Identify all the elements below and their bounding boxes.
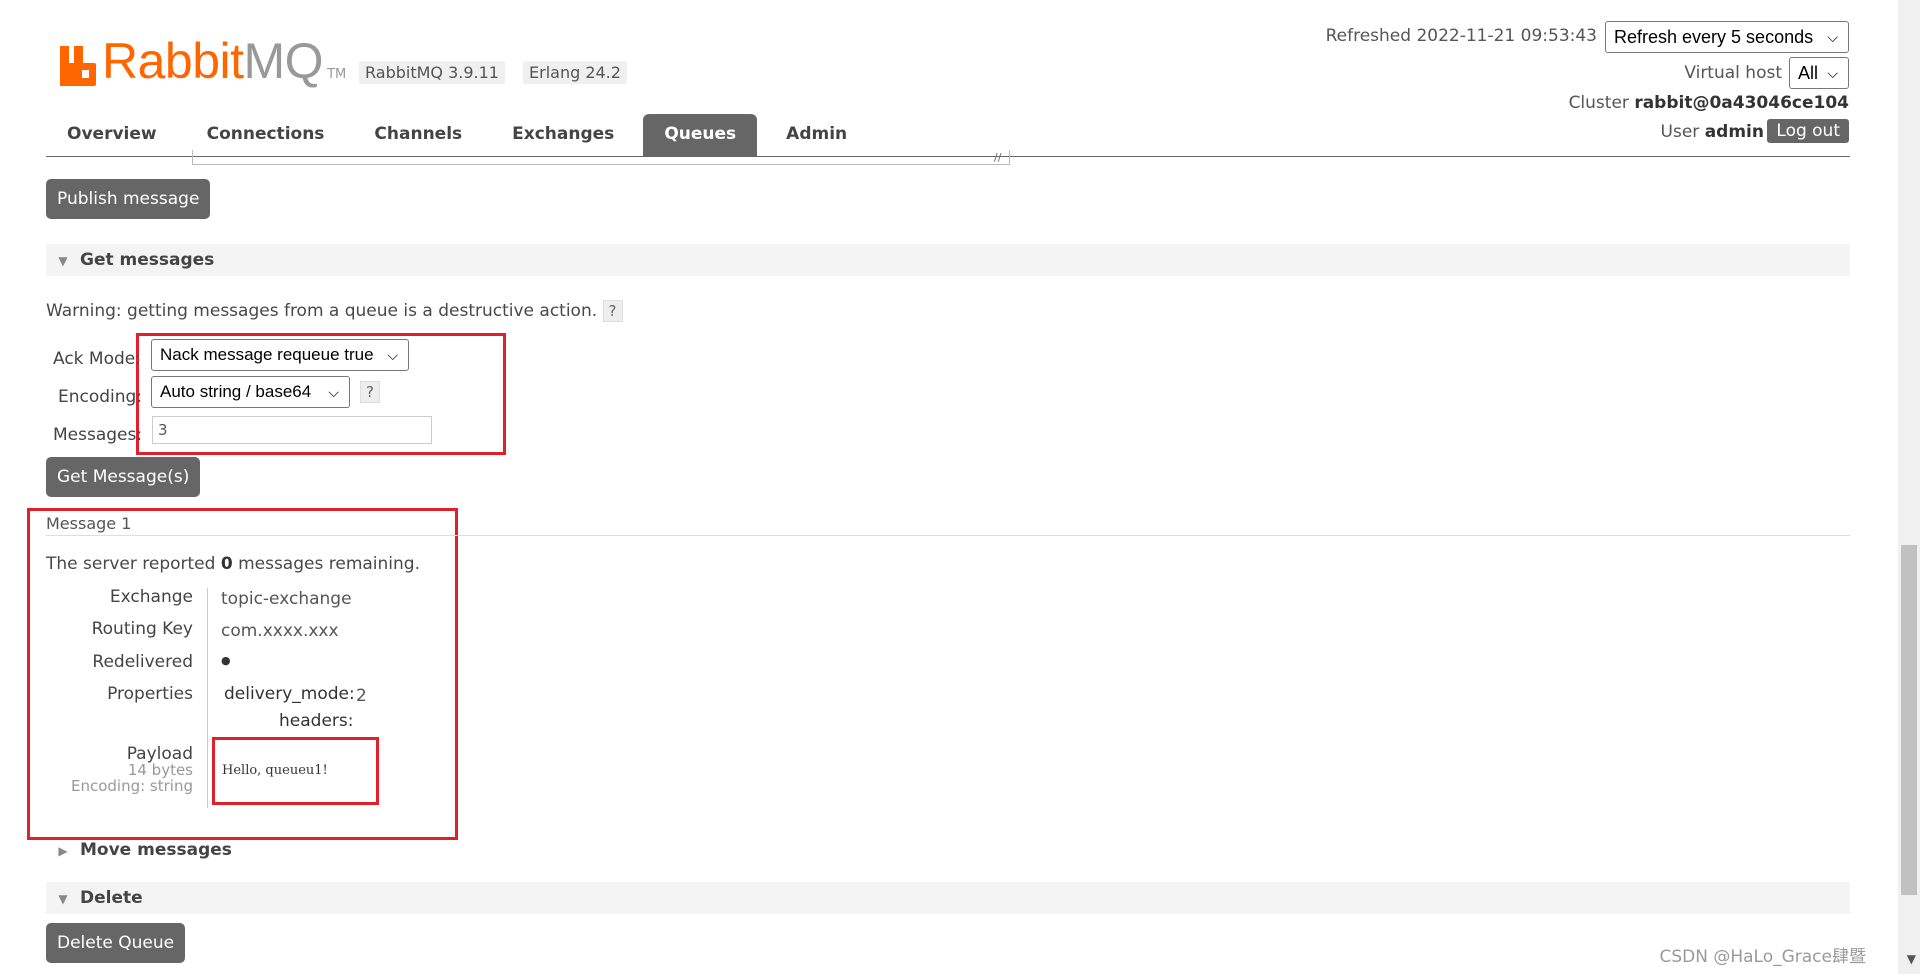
encoding-select[interactable]: Auto string / base64 ⌵ <box>151 376 350 408</box>
payload-textarea[interactable] <box>192 150 1010 165</box>
server-reported-text: The server reported 0 messages remaining… <box>46 554 420 574</box>
properties-label: Properties <box>107 684 193 704</box>
scroll-down-arrow-icon[interactable]: ▼ <box>1907 952 1916 966</box>
delivery-mode-label: delivery_mode: <box>224 684 355 704</box>
message-header-divider <box>46 535 1850 536</box>
redelivered-label: Redelivered <box>92 652 193 672</box>
delete-section-header[interactable]: ▼ Delete <box>46 882 1850 914</box>
ack-mode-label: Ack Mode: <box>53 349 141 369</box>
get-messages-section-header[interactable]: ▼ Get messages <box>46 244 1850 276</box>
chevron-down-icon: ⌵ <box>328 384 339 400</box>
destructive-warning: Warning: getting messages from a queue i… <box>46 300 623 322</box>
collapse-triangle-icon: ▼ <box>58 892 68 906</box>
delete-queue-button[interactable]: Delete Queue <box>46 923 186 963</box>
payload-value: Hello, queueu1! <box>222 763 328 778</box>
payload-encoding: Encoding: string <box>70 777 193 795</box>
logo-trademark: TM <box>327 67 347 82</box>
refreshed-timestamp: Refreshed 2022-11-21 09:53:43 <box>1325 26 1597 46</box>
messages-count-input[interactable]: 3 <box>152 416 432 444</box>
rabbitmq-logo[interactable]: RabbitMQ TM <box>60 30 346 86</box>
messages-count-label: Messages: <box>53 425 143 445</box>
resize-grip-icon[interactable]: // <box>994 151 1001 164</box>
logout-button[interactable]: Log out <box>1767 119 1849 143</box>
chevron-down-icon: ⌵ <box>1827 65 1838 81</box>
erlang-version-badge: Erlang 24.2 <box>523 61 627 84</box>
get-messages-button[interactable]: Get Message(s) <box>46 457 201 497</box>
tab-overview[interactable]: Overview <box>46 114 178 156</box>
routing-key-label: Routing Key <box>91 619 193 639</box>
encoding-help-icon[interactable]: ? <box>360 381 380 403</box>
cluster-info: Cluster rabbit@0a43046ce104 <box>1568 93 1849 113</box>
virtual-host-select[interactable]: All ⌵ <box>1789 57 1849 89</box>
logo-text: RabbitMQ <box>102 33 324 89</box>
scrollbar-thumb[interactable] <box>1901 545 1917 895</box>
user-info: User admin <box>1660 122 1764 142</box>
exchange-value: topic-exchange <box>221 589 352 609</box>
collapse-triangle-icon: ▼ <box>58 254 68 268</box>
exchange-label: Exchange <box>109 587 193 607</box>
redelivered-dot-icon: ● <box>221 654 231 667</box>
chevron-down-icon: ⌵ <box>387 347 398 363</box>
virtual-host-label: Virtual host <box>1684 63 1782 83</box>
delivery-mode-value: 2 <box>356 686 367 706</box>
refresh-interval-select[interactable]: Refresh every 5 seconds ⌵ <box>1605 21 1849 53</box>
headers-label: headers: <box>279 711 354 731</box>
watermark: CSDN @HaLo_Grace肆暨 <box>1659 947 1866 967</box>
message-header: Message 1 <box>46 514 132 533</box>
rabbit-logo-icon <box>60 46 96 86</box>
help-icon[interactable]: ? <box>602 300 623 322</box>
routing-key-value: com.xxxx.xxx <box>221 621 339 641</box>
chevron-down-icon: ⌵ <box>1827 29 1838 45</box>
move-messages-section-header[interactable]: ▶ Move messages <box>46 838 232 863</box>
ack-mode-select[interactable]: Nack message requeue true ⌵ <box>151 339 409 371</box>
expand-triangle-icon: ▶ <box>58 844 68 858</box>
encoding-label: Encoding: <box>58 387 143 407</box>
properties-divider <box>207 588 208 808</box>
rabbitmq-version-badge: RabbitMQ 3.9.11 <box>359 61 505 84</box>
publish-message-button[interactable]: Publish message <box>46 179 211 219</box>
